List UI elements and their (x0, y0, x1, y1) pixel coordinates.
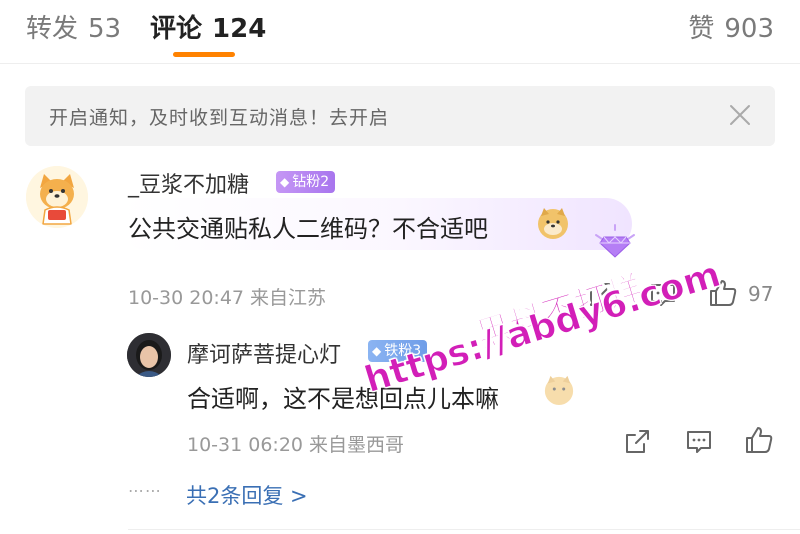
user-photo-icon (127, 333, 171, 377)
more-replies-dots: ⋯⋯ (128, 481, 162, 500)
fan-badge-iron[interactable]: ◆ 铁粉3 (368, 340, 428, 362)
tab-comments-label: 评论 (150, 14, 203, 44)
tab-comments[interactable]: 评论 124 (150, 8, 266, 45)
like-count: 97 (748, 282, 774, 306)
watermark-text: 黑料不打烊 (472, 267, 647, 356)
diamond-icon: ◆ (280, 175, 290, 189)
tab-reposts-label: 转发 (26, 14, 79, 44)
active-tab-indicator (173, 52, 235, 57)
tab-likes[interactable]: 赞 903 (688, 8, 774, 45)
reply-badge-label: 铁粉3 (384, 343, 422, 359)
more-replies-link[interactable]: 共2条回复 > (186, 480, 308, 510)
reply-username[interactable]: 摩诃萨菩提心灯 (187, 337, 341, 369)
comment-text: 公共交通贴私人二维码？不合适吧 (128, 215, 488, 243)
comment-icon[interactable] (684, 427, 714, 457)
comment-icon[interactable] (648, 280, 678, 310)
tab-comments-count: 124 (212, 14, 267, 44)
divider (0, 63, 800, 64)
thumbs-up-icon[interactable] (744, 425, 774, 455)
share-icon[interactable] (586, 280, 616, 310)
diamond-icon: ◆ (372, 344, 382, 358)
gem-decoration-icon (595, 224, 635, 258)
doge-emoji-icon (544, 375, 574, 406)
reply-avatar[interactable] (127, 333, 171, 377)
fan-badge-diamond[interactable]: ◆ 钻粉2 (276, 171, 336, 193)
notification-banner[interactable]: 开启通知，及时收到互动消息！去开启 (25, 86, 775, 146)
reply-meta: 10-31 06:20 来自墨西哥 (187, 434, 405, 456)
doge-emoji-icon (538, 208, 568, 239)
comment-username[interactable]: _豆浆不加糖 (128, 167, 249, 199)
divider (128, 529, 800, 530)
reply-text: 合适啊，这不是想回点儿本嘛 (187, 385, 499, 413)
shiba-avatar-icon (26, 166, 88, 228)
thumbs-up-icon[interactable] (708, 278, 738, 308)
share-icon[interactable] (622, 427, 652, 457)
comment-meta: 10-30 20:47 来自江苏 (128, 287, 327, 309)
close-icon[interactable] (727, 102, 753, 128)
fan-badge-label: 钻粉2 (292, 174, 330, 190)
notification-text: 开启通知，及时收到互动消息！去开启 (49, 107, 390, 129)
tab-reposts-count: 53 (88, 14, 122, 44)
tab-likes-count: 903 (724, 14, 774, 44)
tab-likes-label: 赞 (688, 14, 715, 44)
avatar[interactable] (26, 166, 88, 228)
tab-bar: 转发 53 评论 124 赞 903 (0, 0, 800, 64)
tab-reposts[interactable]: 转发 53 (26, 8, 121, 45)
